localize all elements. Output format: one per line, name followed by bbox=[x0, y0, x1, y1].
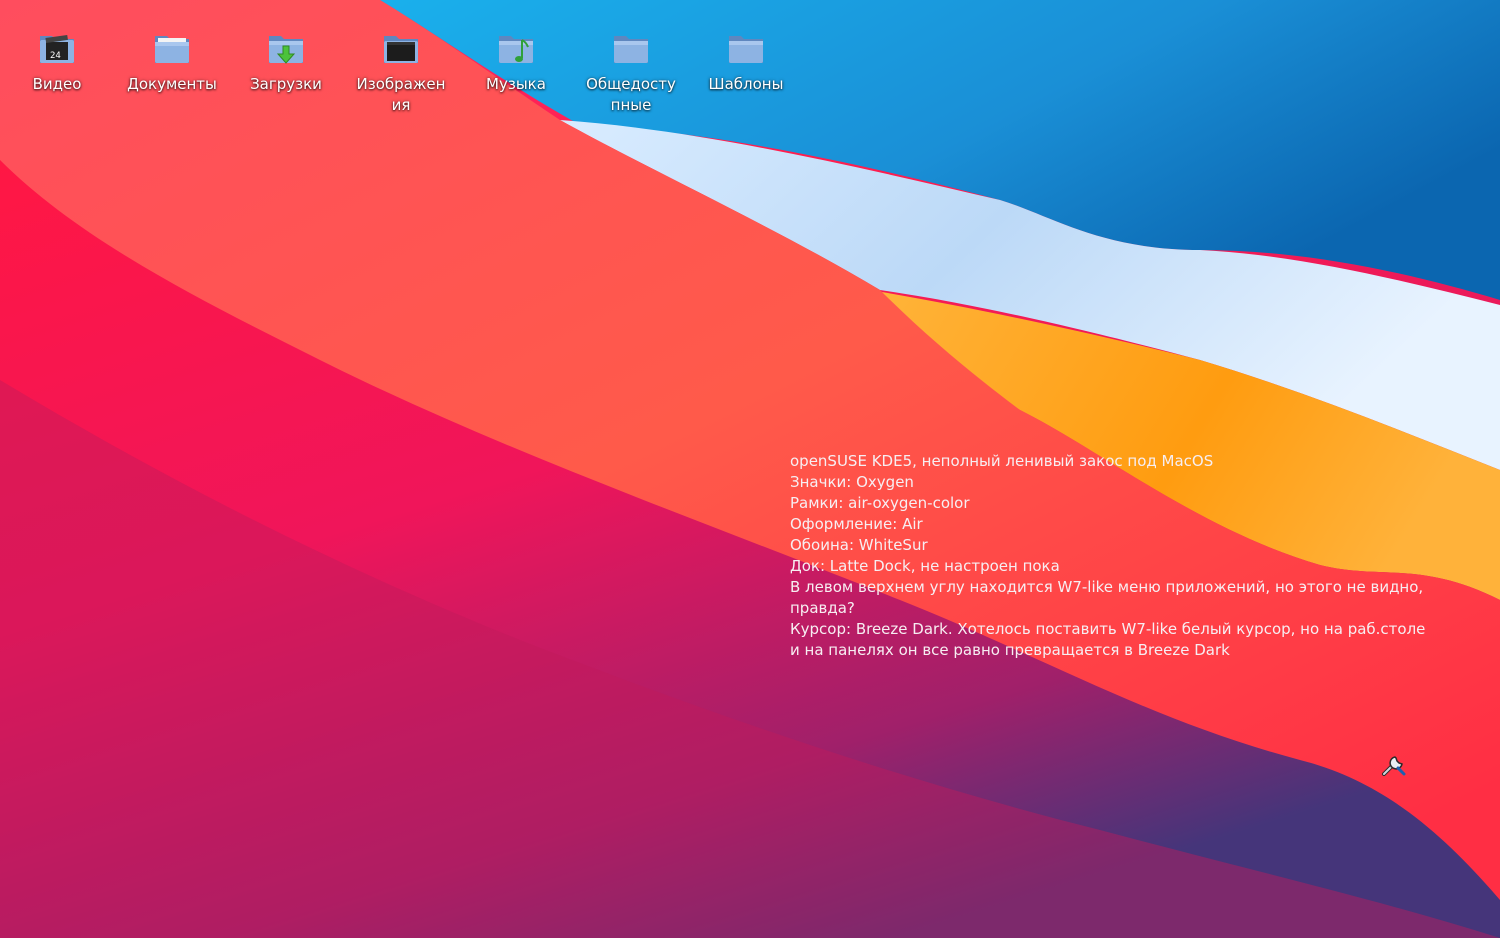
note-line: Оформление: Air bbox=[790, 515, 923, 533]
note-line: Док: Latte Dock, не настроен пока bbox=[790, 557, 1060, 575]
svg-text:24: 24 bbox=[50, 51, 61, 61]
desktop-icon-label: Общедоступные bbox=[586, 75, 676, 114]
templates-folder-icon bbox=[726, 28, 766, 68]
note-line: В левом верхнем углу находится W7-like м… bbox=[790, 578, 1424, 617]
desktop-icon-label: Видео bbox=[32, 75, 82, 93]
desktop-icon-documents[interactable]: Документы bbox=[120, 28, 224, 95]
documents-folder-icon bbox=[152, 28, 192, 68]
music-folder-icon bbox=[496, 28, 536, 68]
desktop-icon-label: Музыка bbox=[486, 75, 546, 93]
desktop-icon-label: Изображения bbox=[356, 75, 446, 114]
desktop-icon-grid: 24 Видео Документы Загрузки Изображения … bbox=[0, 28, 800, 128]
desktop[interactable]: 24 Видео Документы Загрузки Изображения … bbox=[0, 0, 1500, 938]
wrench-screwdriver-icon[interactable] bbox=[1378, 748, 1410, 780]
public-folder-icon bbox=[611, 28, 651, 68]
desktop-icon-downloads[interactable]: Загрузки bbox=[234, 28, 338, 95]
desktop-icon-video[interactable]: 24 Видео bbox=[5, 28, 109, 95]
desktop-icon-label: Загрузки bbox=[250, 75, 322, 93]
note-line: Рамки: air-oxygen-color bbox=[790, 494, 970, 512]
note-line: Значки: Oxygen bbox=[790, 473, 914, 491]
desktop-icon-templates[interactable]: Шаблоны bbox=[694, 28, 798, 95]
desktop-icon-pictures[interactable]: Изображения bbox=[349, 28, 453, 116]
desktop-icon-music[interactable]: Музыка bbox=[464, 28, 568, 95]
note-line: openSUSE KDE5, неполный ленивый закос по… bbox=[790, 452, 1214, 470]
video-folder-icon: 24 bbox=[37, 28, 77, 68]
note-line: Курсор: Breeze Dark. Хотелось поставить … bbox=[790, 620, 1426, 659]
desktop-note-widget: openSUSE KDE5, неполный ленивый закос по… bbox=[790, 451, 1430, 661]
pictures-folder-icon bbox=[381, 28, 421, 68]
desktop-icon-public[interactable]: Общедоступные bbox=[579, 28, 683, 116]
desktop-icon-label: Шаблоны bbox=[708, 75, 784, 93]
desktop-icon-label: Документы bbox=[127, 75, 217, 93]
note-line: Обоина: WhiteSur bbox=[790, 536, 928, 554]
downloads-folder-icon bbox=[266, 28, 306, 68]
